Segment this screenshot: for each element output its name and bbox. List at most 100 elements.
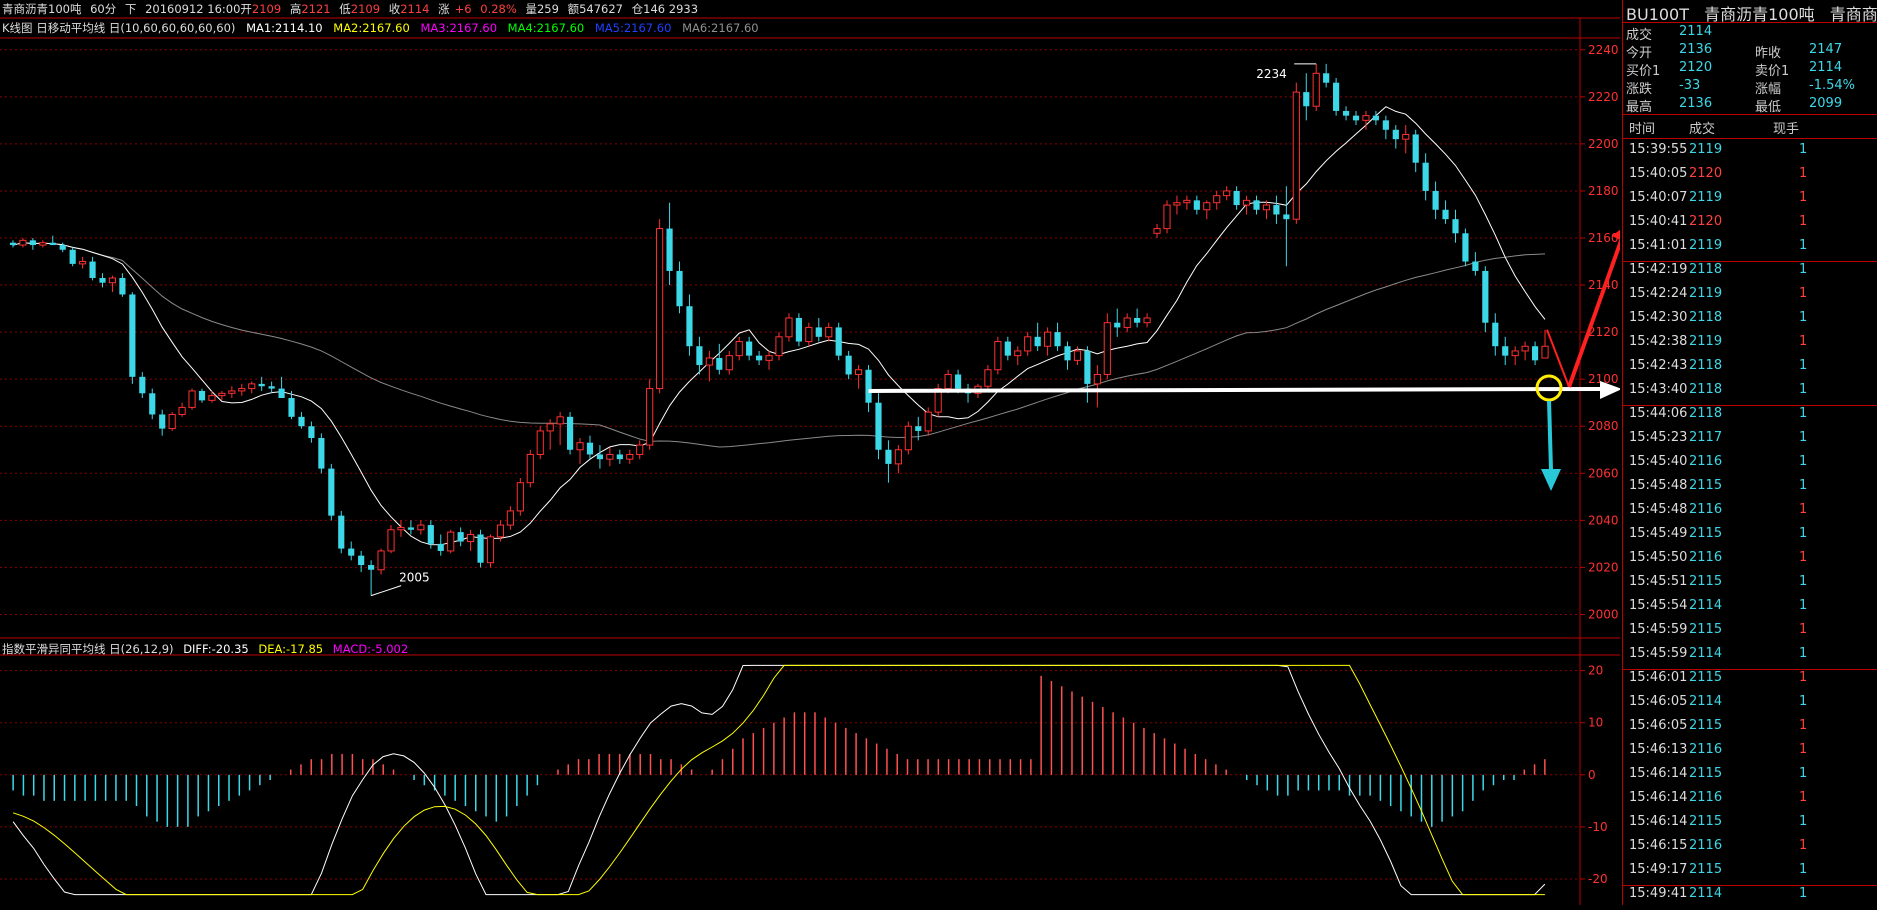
candle-body-down [328, 468, 335, 516]
candle-body-up [805, 326, 813, 343]
tick-time: 15:46:14 [1629, 790, 1688, 805]
candle-body-down [865, 369, 872, 403]
tick-time: 15:42:19 [1629, 262, 1688, 277]
candle-body-up [1402, 133, 1410, 140]
tick-price: 2119 [1689, 334, 1723, 349]
open-interest: 仓146 2933 [631, 2, 699, 16]
tick-row: 15:46:05 2115 1 [1623, 718, 1877, 742]
candle-body-down [1482, 270, 1489, 323]
tick-row: 15:45:50 2116 1 [1623, 550, 1877, 574]
tick-volume: 1 [1799, 166, 1808, 181]
tick-volume: 1 [1799, 190, 1808, 205]
candle-body-up [1044, 331, 1052, 347]
tick-price: 2115 [1689, 574, 1723, 589]
candle-body-up [1511, 350, 1519, 357]
tick-price: 2119 [1689, 286, 1723, 301]
tick-price: 2114 [1689, 598, 1723, 613]
candle-body-up [1153, 228, 1161, 234]
candle-body-up [1093, 373, 1101, 385]
candle-body-down [1412, 134, 1419, 163]
tick-row: 15:40:05 2120 1 [1623, 166, 1877, 190]
tick-time: 15:39:55 [1629, 142, 1688, 157]
tick-volume: 1 [1799, 358, 1808, 373]
candle-body-down [815, 327, 822, 337]
quote-label: 买价1 [1626, 64, 1661, 79]
candle-body-down [616, 454, 623, 460]
candle-body-up [1073, 350, 1082, 361]
candle-body-down [427, 525, 434, 544]
tick-volume: 1 [1799, 742, 1808, 757]
candle-body-down [795, 318, 802, 342]
candle-body-down [1004, 341, 1011, 356]
quote-label: 今开 [1626, 46, 1653, 61]
quote-value: -33 [1679, 78, 1701, 93]
tick-row: 15:45:54 2114 1 [1623, 598, 1877, 622]
candle-body-up [248, 383, 256, 390]
candle-body-down [278, 388, 285, 398]
candle-body-up [1312, 72, 1320, 107]
candle-body-up [1242, 199, 1251, 206]
candle-body-down [1034, 336, 1041, 347]
tick-price: 2118 [1689, 358, 1723, 373]
quote-label: 成交 [1626, 28, 1653, 43]
low-pointer [370, 585, 402, 597]
ma-legend-title[interactable]: K线图 日移动平均线 日(10,60,60,60,60,60) [2, 21, 235, 35]
tick-row: 15:46:05 2114 1 [1623, 694, 1877, 718]
quote-summary-bar: 青商沥青100吨 60分 下 20160912 16:00开2109 高2121… [2, 1, 703, 17]
candle-body-down [756, 355, 763, 361]
candle-body-down [1472, 261, 1479, 271]
high-label: 2234 [1256, 67, 1287, 81]
candle-body-down [119, 278, 126, 295]
tick-volume: 1 [1799, 622, 1808, 637]
macd-tick-label: -20 [1588, 872, 1608, 886]
candle-body-down [1134, 318, 1141, 323]
candle-body-down [1382, 120, 1389, 130]
candle-body-up [944, 373, 952, 390]
candle-body-up [1024, 336, 1032, 352]
candle-body-up [894, 449, 902, 465]
candle-body-down [586, 442, 594, 455]
open-value: 2109 [251, 2, 282, 16]
tick-volume: 1 [1799, 526, 1808, 541]
bar-datetime: 20160912 16:00 [145, 2, 241, 16]
tick-time: 15:42:38 [1629, 334, 1688, 349]
tick-row: 15:40:41 2120 1 [1623, 214, 1877, 238]
tick-volume: 1 [1799, 502, 1808, 517]
kline-chart[interactable]: 2240222022002180216021402120210020802060… [0, 0, 1620, 905]
candle-body-down [9, 242, 17, 246]
tick-volume: 1 [1799, 598, 1808, 613]
tick-time: 15:42:43 [1629, 358, 1688, 373]
tick-volume: 1 [1799, 214, 1808, 229]
candle-body-up [1362, 115, 1370, 121]
tick-row: 15:42:24 2119 1 [1623, 286, 1877, 310]
tick-time: 15:46:13 [1629, 742, 1688, 757]
tick-row: 15:44:06 2118 1 [1623, 406, 1877, 430]
candle-body-down [99, 278, 106, 283]
tick-volume: 1 [1799, 670, 1808, 685]
tick-volume: 1 [1799, 142, 1808, 157]
quote-value: 2136 [1679, 96, 1713, 111]
candle-body-up [447, 531, 455, 552]
tick-time: 15:49:41 [1629, 886, 1688, 901]
candle-body-down [1352, 115, 1360, 121]
tick-time: 15:45:50 [1629, 550, 1688, 565]
tick-price: 2115 [1689, 766, 1723, 781]
tick-price: 2120 [1689, 214, 1723, 229]
tick-row: 15:46:14 2115 1 [1623, 766, 1877, 790]
candle-body-down [746, 341, 753, 356]
tick-time: 15:40:05 [1629, 166, 1688, 181]
tick-volume: 1 [1799, 310, 1808, 325]
candle-body-up [108, 277, 117, 284]
candle-body-up [1123, 317, 1131, 328]
quote-value: -1.54% [1809, 78, 1855, 93]
tick-row: 15:46:01 2115 1 [1623, 670, 1877, 694]
amount: 额547627 [567, 2, 623, 16]
candle-body-down [437, 543, 444, 551]
macd-legend-title[interactable]: 指数平滑异同平均线 日(26,12,9) [2, 642, 174, 656]
candle-body-down [716, 358, 723, 370]
period[interactable]: 60分 [90, 2, 116, 16]
candle-body-up [168, 413, 176, 430]
tick-price: 2119 [1689, 190, 1723, 205]
low-label: 2005 [399, 571, 430, 585]
tick-price: 2114 [1689, 694, 1723, 709]
